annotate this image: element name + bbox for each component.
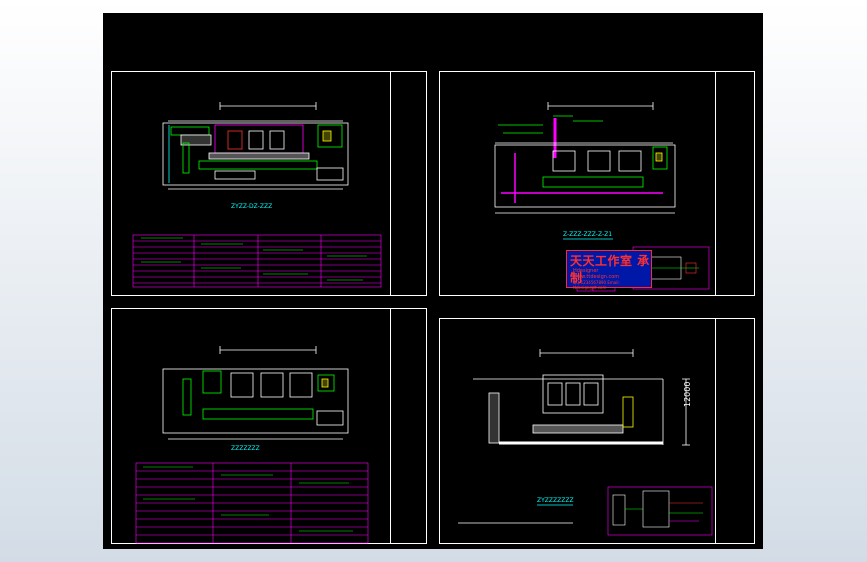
- sheet-caption-bottom-left: ZZZZZZZ: [231, 445, 260, 452]
- top-left-table: [132, 234, 382, 288]
- studio-stamp: 天天工作室 承制 Hdesigner www.ttdesign.com QQ:1…: [566, 250, 652, 290]
- sheet-caption-top-right: Z-ZZZ-ZZZ-Z-Z1: [563, 231, 613, 238]
- cad-drawing: [132, 102, 713, 544]
- bottom-right-detail: [607, 486, 713, 536]
- bottom-left-plan: [162, 346, 349, 440]
- drawing-canvas[interactable]: ZYZZ-DZ-ZZZ Z-ZZZ-ZZZ-Z-Z1 ZZZZZZZ ZYZZZ…: [103, 13, 763, 549]
- stamp-line3: QQ:1234567890 Email: ttdesign@tt.com: [573, 280, 620, 290]
- sheet-caption-bottom-right: ZYZZZZZZZ: [537, 497, 574, 504]
- dimension-label: 12000: [683, 381, 692, 407]
- bottom-right-elevation: [458, 349, 690, 524]
- sheet-caption-top-left: ZYZZ-DZ-ZZZ: [231, 203, 273, 210]
- top-left-plan: [162, 102, 349, 190]
- top-right-plan: [494, 102, 676, 240]
- bottom-left-table: [135, 462, 369, 544]
